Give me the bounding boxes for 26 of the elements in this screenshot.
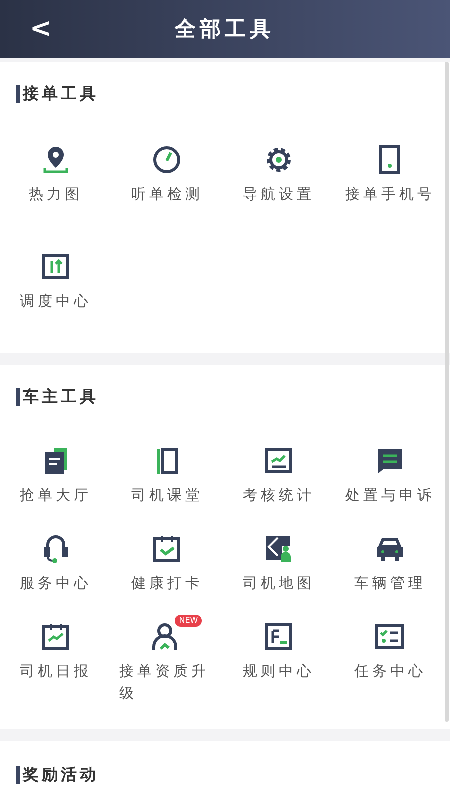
- page-title: 全部工具: [175, 17, 275, 41]
- tool-button[interactable]: 考核统计: [242, 445, 315, 507]
- section-title: 接单工具: [16, 85, 99, 103]
- document-icon: [262, 621, 295, 653]
- tool-button[interactable]: 车辆管理: [354, 533, 426, 595]
- new-badge: NEW: [175, 615, 202, 627]
- tool-button[interactable]: 司机日报: [20, 621, 92, 683]
- tool-button[interactable]: 抢单大厅: [20, 445, 92, 507]
- calendar-check-icon: [151, 533, 184, 565]
- tool-button[interactable]: 调度中心: [20, 251, 92, 313]
- tool-button[interactable]: 听单检测: [131, 144, 204, 206]
- tool-button[interactable]: 导航设置: [242, 144, 315, 206]
- gauge-icon: [151, 144, 184, 176]
- tool-button[interactable]: 热力图: [28, 144, 83, 206]
- tool-button[interactable]: 接单手机号: [345, 144, 436, 206]
- tool-button[interactable]: 任务中心: [354, 621, 426, 683]
- back-button[interactable]: <: [22, 8, 60, 51]
- calendar-chart-icon: [40, 621, 72, 653]
- tool-button[interactable]: 处置与申诉: [345, 445, 436, 507]
- section-title: 奖励活动: [16, 766, 99, 784]
- tool-button[interactable]: 服务中心: [20, 533, 92, 595]
- tool-button[interactable]: 司机地图: [242, 533, 315, 595]
- tool-button[interactable]: 规则中心: [242, 621, 315, 683]
- tool-button[interactable]: 司机课堂: [131, 445, 204, 507]
- tool-button[interactable]: 健康打卡: [131, 533, 204, 595]
- section-title: 车主工具: [16, 388, 99, 406]
